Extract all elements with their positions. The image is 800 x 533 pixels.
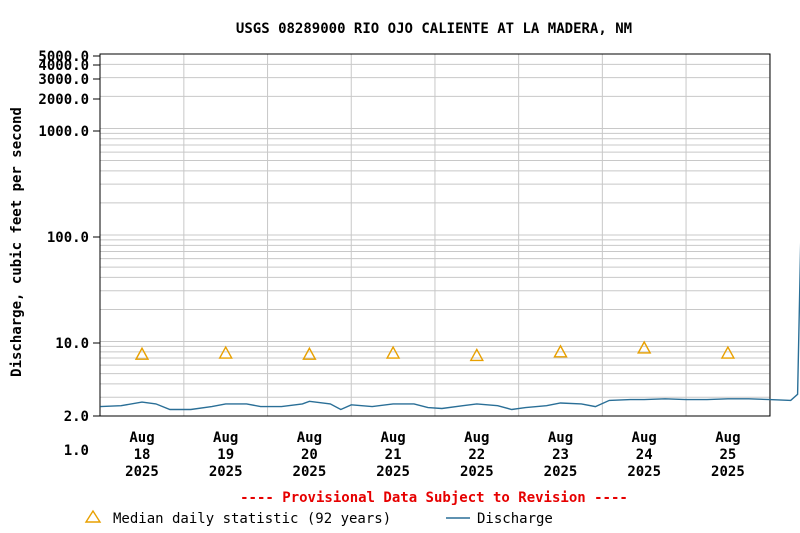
x-tick-group: Aug192025 bbox=[209, 430, 243, 480]
x-tick-label: 2025 bbox=[293, 464, 327, 480]
y-axis-ticks: 1.02.010.0100.01000.02000.03000.04000.05… bbox=[38, 49, 100, 459]
x-tick-label: 2025 bbox=[125, 464, 159, 480]
median-marker bbox=[218, 345, 233, 359]
legend-label-discharge: Discharge bbox=[477, 511, 553, 527]
median-marker bbox=[385, 345, 401, 359]
x-tick-label: 22 bbox=[468, 447, 485, 463]
chart-title: USGS 08289000 RIO OJO CALIENTE AT LA MAD… bbox=[236, 21, 632, 37]
x-tick-label: 20 bbox=[301, 447, 318, 463]
x-tick-label: 24 bbox=[636, 447, 653, 463]
x-tick-label: 25 bbox=[719, 447, 736, 463]
x-tick-label: Aug bbox=[213, 430, 238, 446]
x-tick-label: 21 bbox=[385, 447, 402, 463]
x-tick-label: 2025 bbox=[460, 464, 494, 480]
y-tick-label: 10.0 bbox=[55, 336, 89, 352]
x-tick-label: 2025 bbox=[627, 464, 661, 480]
y-tick-label: 100.0 bbox=[47, 230, 89, 246]
y-axis-label: Discharge, cubic feet per second bbox=[9, 107, 25, 377]
legend: Median daily statistic (92 years) Discha… bbox=[84, 509, 553, 527]
median-marker bbox=[720, 345, 736, 359]
y-tick-label: 2000.0 bbox=[38, 92, 89, 108]
y-tick-label: 1.0 bbox=[64, 443, 89, 459]
y-tick-label: 3000.0 bbox=[38, 72, 89, 88]
x-tick-label: Aug bbox=[129, 430, 154, 446]
x-tick-label: Aug bbox=[380, 430, 405, 446]
median-marker bbox=[637, 340, 652, 354]
x-tick-label: 2025 bbox=[544, 464, 578, 480]
x-tick-group: Aug232025 bbox=[544, 430, 578, 480]
provisional-notice: ---- Provisional Data Subject to Revisio… bbox=[240, 490, 628, 506]
discharge-chart: USGS 08289000 RIO OJO CALIENTE AT LA MAD… bbox=[9, 21, 800, 527]
y-tick-label: 2.0 bbox=[64, 409, 89, 425]
x-tick-label: Aug bbox=[632, 430, 657, 446]
x-tick-label: 18 bbox=[134, 447, 151, 463]
x-tick-label: Aug bbox=[464, 430, 489, 446]
median-marker bbox=[469, 348, 484, 362]
legend-label-median: Median daily statistic (92 years) bbox=[113, 511, 391, 527]
x-tick-label: Aug bbox=[548, 430, 573, 446]
y-tick-label: 1000.0 bbox=[38, 124, 89, 140]
legend-triangle-icon bbox=[84, 509, 102, 523]
x-tick-group: Aug242025 bbox=[627, 430, 661, 480]
x-axis-ticks: Aug182025Aug192025Aug202025Aug212025Aug2… bbox=[125, 430, 745, 480]
x-tick-label: 19 bbox=[217, 447, 234, 463]
x-tick-group: Aug252025 bbox=[711, 430, 745, 480]
x-tick-group: Aug182025 bbox=[125, 430, 159, 480]
x-tick-group: Aug202025 bbox=[293, 430, 327, 480]
x-tick-label: 23 bbox=[552, 447, 569, 463]
x-tick-label: 2025 bbox=[711, 464, 745, 480]
x-tick-group: Aug212025 bbox=[376, 430, 410, 480]
x-tick-label: 2025 bbox=[209, 464, 243, 480]
y-tick-label: 5000.0 bbox=[38, 49, 89, 65]
x-tick-group: Aug222025 bbox=[460, 430, 494, 480]
x-tick-label: 2025 bbox=[376, 464, 410, 480]
x-tick-label: Aug bbox=[297, 430, 322, 446]
x-tick-label: Aug bbox=[715, 430, 740, 446]
plot-grid bbox=[100, 53, 771, 417]
